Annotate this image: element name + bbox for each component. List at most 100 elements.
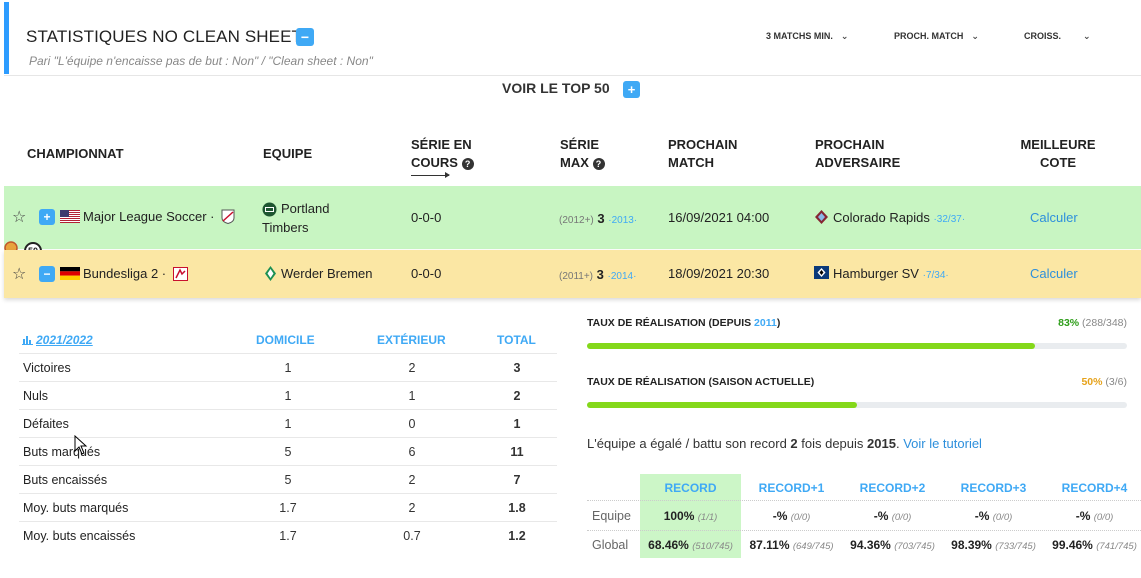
- stat-total: 1.8: [508, 501, 526, 515]
- help-icon[interactable]: ?: [592, 157, 605, 170]
- record-global-pct: 68.46%: [648, 538, 689, 552]
- max-streak-value: 3: [596, 267, 604, 282]
- stat-total: 11: [510, 445, 524, 459]
- team-name-line1[interactable]: Portland: [281, 201, 329, 216]
- stat-total: 2: [513, 389, 521, 403]
- max-streak: (2011+) 3 ·2014·: [559, 267, 636, 282]
- record-text-mid: fois depuis: [797, 436, 868, 451]
- stat-label: Victoires: [23, 361, 71, 375]
- col-serie-max[interactable]: SÉRIE MAX ?: [560, 136, 605, 172]
- col-exterieur: EXTÉRIEUR: [377, 333, 446, 347]
- germany-flag-icon: [60, 267, 80, 280]
- season-link[interactable]: 2021/2022: [22, 333, 93, 347]
- chevron-down-icon: ⌄: [840, 31, 849, 41]
- collapse-row-label: −: [39, 266, 55, 282]
- league-cell[interactable]: Major League Soccer ·: [60, 209, 235, 225]
- record-text-pre: L'équipe a égalé / battu son record: [587, 436, 791, 451]
- record-equipe-frac: (0/0): [891, 512, 912, 523]
- opponent-cell[interactable]: Colorado Rapids ·32/37·: [833, 210, 965, 225]
- record-equipe-frac: (1/1): [697, 512, 718, 523]
- record-col-4: RECORD+4: [1061, 481, 1128, 495]
- record-equipe-cell: 100% (1/1): [640, 509, 741, 523]
- current-streak: 0-0-0: [411, 266, 442, 281]
- record-global-frac: (649/745): [792, 541, 834, 552]
- stats-row: Défaites 1 0 1: [19, 410, 557, 438]
- max-streak: (2012+) 3 ·2013·: [559, 211, 637, 226]
- stat-home: 1.7: [279, 501, 297, 515]
- table-row[interactable]: ☆ − Bundesliga 2 · Werder Bremen 0-0-0 (…: [4, 250, 1141, 298]
- filter-next-match-label: PROCH. MATCH: [894, 31, 964, 41]
- stats-row: Moy. buts encaissés 1.7 0.7 1.2: [19, 522, 557, 550]
- record-equipe-frac: (0/0): [790, 512, 811, 523]
- rate-since-pct: 83%: [1058, 317, 1080, 329]
- record-divider: [587, 500, 1141, 501]
- stat-away: 0: [408, 417, 416, 431]
- record-global-pct: 94.36%: [850, 538, 891, 552]
- record-row-label-equipe: Equipe: [592, 509, 631, 523]
- league-name: Major League Soccer ·: [83, 209, 215, 224]
- stat-away: 1: [408, 389, 416, 403]
- help-icon[interactable]: ?: [461, 157, 474, 170]
- collapse-row-button[interactable]: −: [39, 266, 55, 282]
- record-row-label-global: Global: [592, 538, 629, 552]
- stat-home: 1.7: [279, 529, 297, 543]
- stat-away: 0.7: [403, 529, 421, 543]
- team-name-line2[interactable]: Timbers: [262, 220, 308, 235]
- mls-logo-icon: [221, 209, 235, 225]
- col-meilleure-cote: MEILLEURE COTE: [1018, 136, 1098, 172]
- calculate-odds-link[interactable]: Calculer: [1030, 210, 1078, 225]
- max-streak-since: (2012+): [559, 215, 594, 226]
- star-icon[interactable]: ☆: [12, 264, 26, 284]
- record-global-cell: 94.36% (703/745): [842, 538, 943, 552]
- record-equipe-pct: -%: [974, 509, 990, 523]
- filter-next-match[interactable]: PROCH. MATCH ⌄: [894, 31, 979, 42]
- record-col-3: RECORD+3: [960, 481, 1027, 495]
- stat-total: 1: [513, 417, 521, 431]
- col-equipe: EQUIPE: [263, 146, 313, 161]
- stat-label: Buts encaissés: [23, 473, 108, 487]
- star-icon[interactable]: ☆: [12, 207, 26, 227]
- rate-season-progress-fill: [587, 402, 857, 408]
- rate-season-value: 50% (3/6): [1081, 376, 1127, 388]
- opponent-cell[interactable]: Hamburger SV ·7/34·: [833, 266, 949, 281]
- stat-home: 5: [284, 445, 292, 459]
- rate-since-label: TAUX DE RÉALISATION (DEPUIS 2011): [587, 317, 780, 329]
- calculate-odds-link[interactable]: Calculer: [1030, 266, 1078, 281]
- col-prochain-match: PROCHAIN MATCH: [668, 136, 737, 172]
- collapse-button[interactable]: −: [296, 28, 314, 46]
- rate-season-frac: (3/6): [1105, 376, 1127, 388]
- col-total: TOTAL: [497, 333, 536, 347]
- stat-home: 1: [284, 389, 292, 403]
- record-global-frac: (703/745): [894, 541, 935, 552]
- bar-chart-icon: [22, 336, 33, 345]
- col-serie-max-line1: SÉRIE: [560, 137, 600, 152]
- team-name[interactable]: Werder Bremen: [281, 266, 373, 281]
- record-equipe-pct: 100%: [663, 509, 695, 523]
- record-global-frac: (510/745): [692, 541, 733, 552]
- col-serie-en-cours[interactable]: SÉRIE EN COURS ?: [411, 136, 474, 172]
- stats-row: Moy. buts marqués 1.7 2 1.8: [19, 494, 557, 522]
- expand-row-label: +: [39, 209, 55, 225]
- record-global-pct: 99.46%: [1052, 538, 1093, 552]
- col-prochain-adversaire-line2: ADVERSAIRE: [815, 155, 901, 170]
- col-domicile: DOMICILE: [256, 333, 315, 347]
- stat-home: 1: [284, 417, 292, 431]
- table-row[interactable]: ☆ + Major League Soccer · Portland Timbe…: [4, 186, 1141, 249]
- expand-top50-button[interactable]: +: [623, 81, 640, 98]
- stat-away: 6: [408, 445, 416, 459]
- record-count: 2: [790, 436, 798, 451]
- stat-home: 5: [284, 473, 292, 487]
- record-global-cell: 68.46% (510/745): [640, 538, 741, 552]
- col-prochain-adversaire-line1: PROCHAIN: [815, 137, 885, 152]
- league-cell[interactable]: Bundesliga 2 ·: [60, 266, 188, 281]
- stat-label: Moy. buts encaissés: [23, 529, 136, 543]
- top50-label[interactable]: VOIR LE TOP 50: [502, 80, 610, 96]
- expand-row-button[interactable]: +: [39, 209, 55, 225]
- col-meilleure-cote-line1: MEILLEURE: [1020, 137, 1096, 152]
- stat-away: 2: [408, 501, 416, 515]
- filter-min-matches[interactable]: 3 MATCHS MIN. ⌄: [766, 31, 848, 42]
- filter-sort-order[interactable]: CROISS. ⌄: [1024, 31, 1091, 42]
- tutorial-link[interactable]: Voir le tutoriel: [903, 436, 982, 451]
- record-equipe-cell: -% (0/0): [741, 509, 842, 523]
- stats-row: Nuls 1 1 2: [19, 382, 557, 410]
